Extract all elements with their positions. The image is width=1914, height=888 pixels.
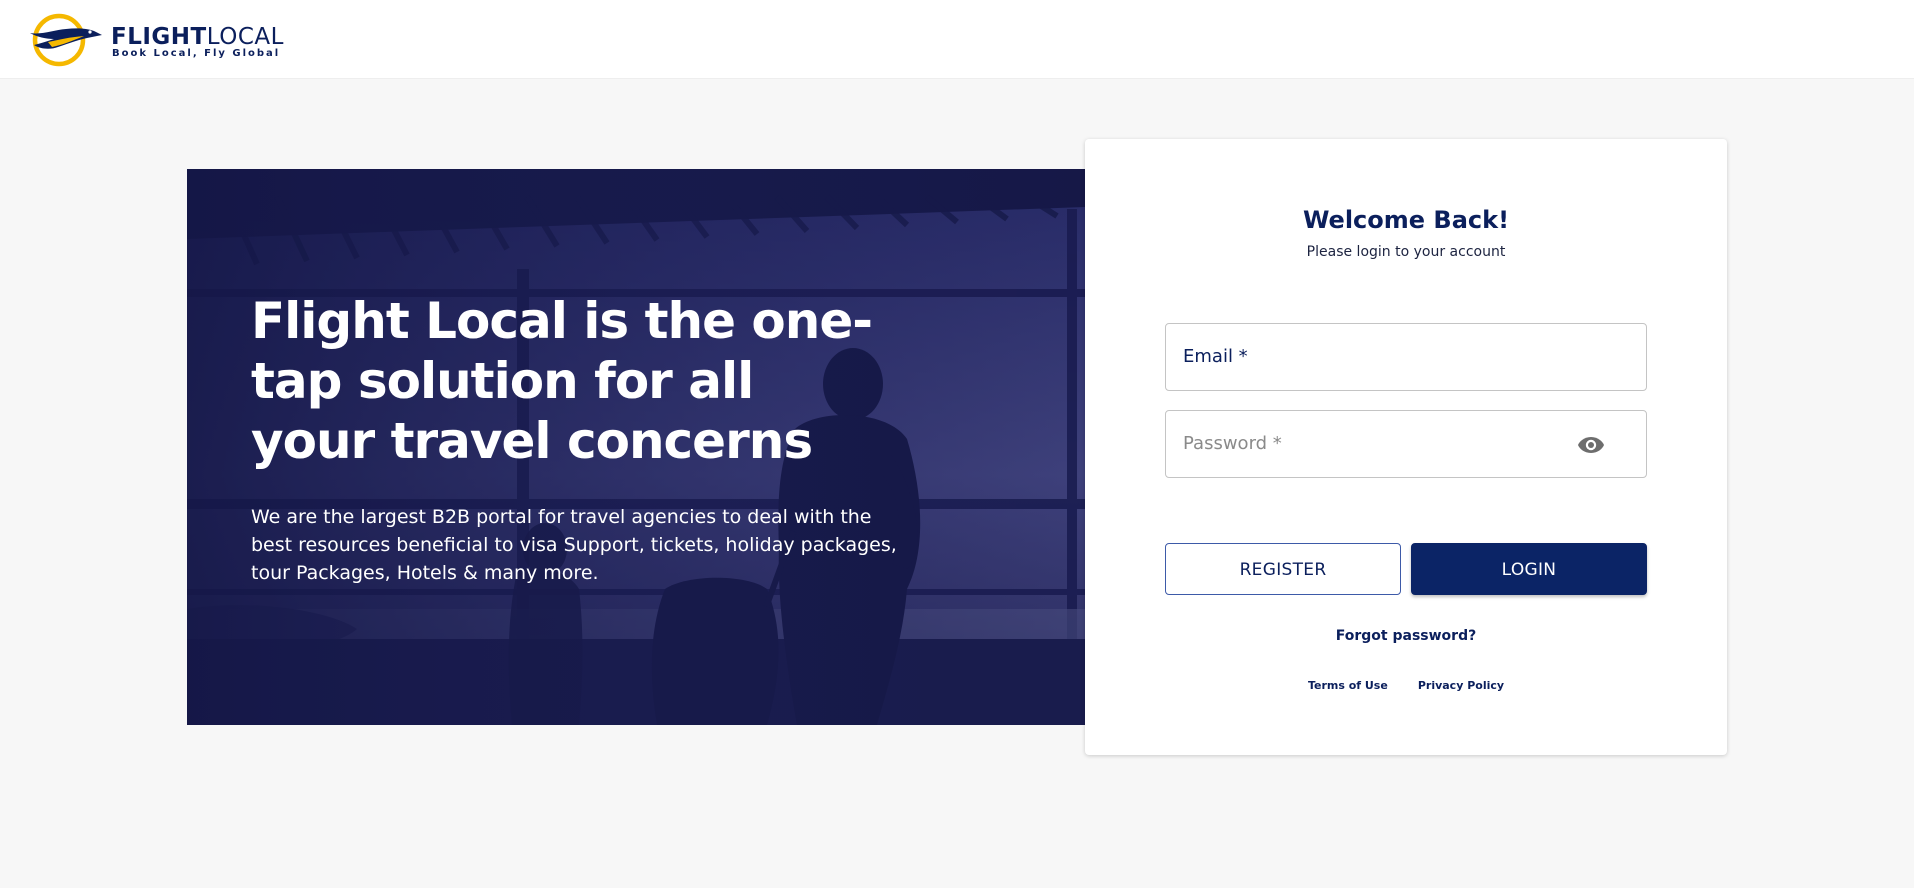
- password-input[interactable]: [1166, 411, 1646, 477]
- forgot-password-link[interactable]: Forgot password?: [1085, 627, 1727, 645]
- hero-headline: Flight Local is the one-tap solution for…: [251, 292, 873, 470]
- toggle-password-visibility-button[interactable]: [1576, 432, 1606, 458]
- bird-logo-icon: [30, 13, 102, 67]
- eye-icon: [1578, 437, 1604, 453]
- hero-banner: Flight Local is the one-tap solution for…: [187, 169, 1085, 725]
- login-button[interactable]: LOGIN: [1411, 543, 1647, 595]
- hero-description: We are the largest B2B portal for travel…: [251, 506, 897, 584]
- register-button[interactable]: REGISTER: [1165, 543, 1401, 595]
- terms-of-use-link[interactable]: Terms of Use: [1308, 679, 1388, 693]
- legal-links: Terms of Use Privacy Policy: [1085, 679, 1727, 693]
- top-header: FLIGHTLOCAL Book Local, Fly Global: [0, 0, 1914, 79]
- login-card: Welcome Back! Please login to your accou…: [1085, 139, 1727, 755]
- email-input[interactable]: [1166, 324, 1646, 390]
- password-field[interactable]: Password *: [1165, 410, 1647, 478]
- login-title: Welcome Back!: [1302, 206, 1510, 234]
- privacy-policy-link[interactable]: Privacy Policy: [1418, 679, 1504, 693]
- email-field[interactable]: Email *: [1165, 323, 1647, 391]
- login-subtitle: Please login to your account: [1306, 244, 1506, 260]
- brand-tagline: Book Local, Fly Global: [112, 48, 281, 59]
- brand-logo[interactable]: FLIGHTLOCAL Book Local, Fly Global: [28, 9, 288, 67]
- brand-name-bold: FLIGHT: [111, 24, 207, 50]
- brand-name: FLIGHTLOCAL: [111, 24, 284, 50]
- brand-name-light: LOCAL: [206, 24, 284, 50]
